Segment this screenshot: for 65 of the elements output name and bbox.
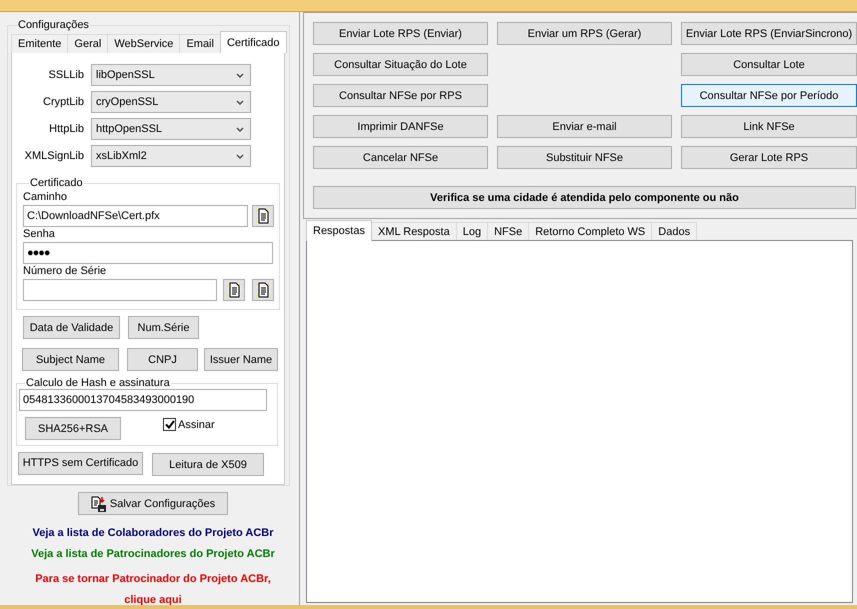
save-button[interactable]: Salvar Configurações <box>78 492 228 515</box>
action-button[interactable]: Enviar um RPS (Gerar) <box>497 22 672 45</box>
action-button[interactable]: Link NFSe <box>681 115 857 138</box>
dropdown[interactable]: libOpenSSL <box>91 64 251 86</box>
settings-tab[interactable]: Email <box>179 34 221 53</box>
action-button[interactable]: Gerar Lote RPS <box>681 146 857 169</box>
input-field[interactable]: C:\DownloadNFSe\Cert.pfx <box>23 205 248 227</box>
chevron-down-icon <box>236 154 244 158</box>
action-button[interactable]: Substituir NFSe <box>497 146 672 169</box>
link[interactable]: Para se tornar Patrocinador do Projeto ACBr, clique aqui <box>35 569 271 609</box>
link[interactable]: Veja a lista de Colaboradores do Projeto ACBr <box>32 527 274 540</box>
action-button[interactable]: Cancelar NFSe <box>313 146 488 169</box>
action-button[interactable]: SHA256+RSA <box>25 417 121 440</box>
action-button[interactable]: Enviar e-mail <box>497 115 672 138</box>
action-button[interactable]: Data de Validade <box>23 316 120 339</box>
field-label: CryptLib <box>42 96 85 108</box>
field-label: HttpLib <box>48 123 85 135</box>
document-icon <box>256 282 270 298</box>
action-button[interactable]: HTTPS sem Certificado <box>18 452 143 474</box>
browse-button[interactable] <box>252 205 274 227</box>
document-icon <box>256 208 270 224</box>
action-button[interactable]: Imprimir DANFSe <box>313 115 488 138</box>
action-button[interactable]: Enviar Lote RPS (EnviarSincrono) <box>681 22 857 45</box>
input-field[interactable] <box>23 279 217 301</box>
input-field[interactable]: 0548133600013704583493000190 <box>19 389 267 411</box>
action-button[interactable]: CNPJ <box>127 348 198 371</box>
action-button[interactable]: Consultar Situação do Lote <box>313 53 488 76</box>
checkmark-icon <box>164 420 174 429</box>
chevron-down-icon <box>236 100 244 104</box>
action-button[interactable]: Enviar Lote RPS (Enviar) <box>313 22 488 45</box>
action-button[interactable]: Subject Name <box>22 348 119 371</box>
action-button[interactable]: Consultar Lote <box>681 53 857 76</box>
document-icon <box>227 282 241 298</box>
checkbox-label[interactable]: Assinar <box>178 418 215 430</box>
password-field[interactable]: ●●●● <box>23 242 273 264</box>
response-tab[interactable]: Dados <box>651 222 698 241</box>
dropdown[interactable]: xsLibXml2 <box>91 145 251 167</box>
save-document-icon <box>90 496 107 512</box>
settings-tab[interactable]: Certificado <box>220 31 287 53</box>
field-label: Senha <box>23 228 56 240</box>
settings-tab[interactable]: Geral <box>67 34 108 53</box>
dropdown[interactable]: cryOpenSSL <box>91 91 251 113</box>
link[interactable]: Veja a lista de Patrocinadores do Projeto ACBr <box>31 548 275 561</box>
action-button[interactable]: Issuer Name <box>204 348 278 371</box>
group-title: Configurações <box>17 19 90 31</box>
settings-tab[interactable]: WebService <box>107 34 180 53</box>
action-button[interactable]: Consultar NFSe por RPS <box>313 84 488 107</box>
chevron-down-icon <box>236 72 244 78</box>
dropdown[interactable]: httpOpenSSL <box>91 118 251 140</box>
chevron-down-icon <box>236 126 244 132</box>
field-label: SSLLib <box>48 69 85 81</box>
check-city-button[interactable]: Verifica se uma cidade é atendida pelo componente ou não <box>313 186 856 209</box>
group-title: Certificado <box>29 177 84 189</box>
settings-tab[interactable]: Emitente <box>11 34 68 53</box>
field-label: Caminho <box>23 191 68 203</box>
action-button[interactable]: Leitura de X509 <box>152 453 264 476</box>
action-button[interactable]: Consultar NFSe por Período <box>681 84 857 107</box>
group-title: Calculo de Hash e assinatura <box>25 377 171 389</box>
field-label: XMLSignLib <box>24 150 85 162</box>
checkbox[interactable] <box>163 418 176 431</box>
browse-button[interactable] <box>223 279 245 301</box>
action-button[interactable]: Num.Série <box>128 316 199 339</box>
response-tab[interactable]: Respostas <box>306 220 372 241</box>
browse-button[interactable] <box>252 279 274 301</box>
field-label: Número de Série <box>23 265 108 277</box>
